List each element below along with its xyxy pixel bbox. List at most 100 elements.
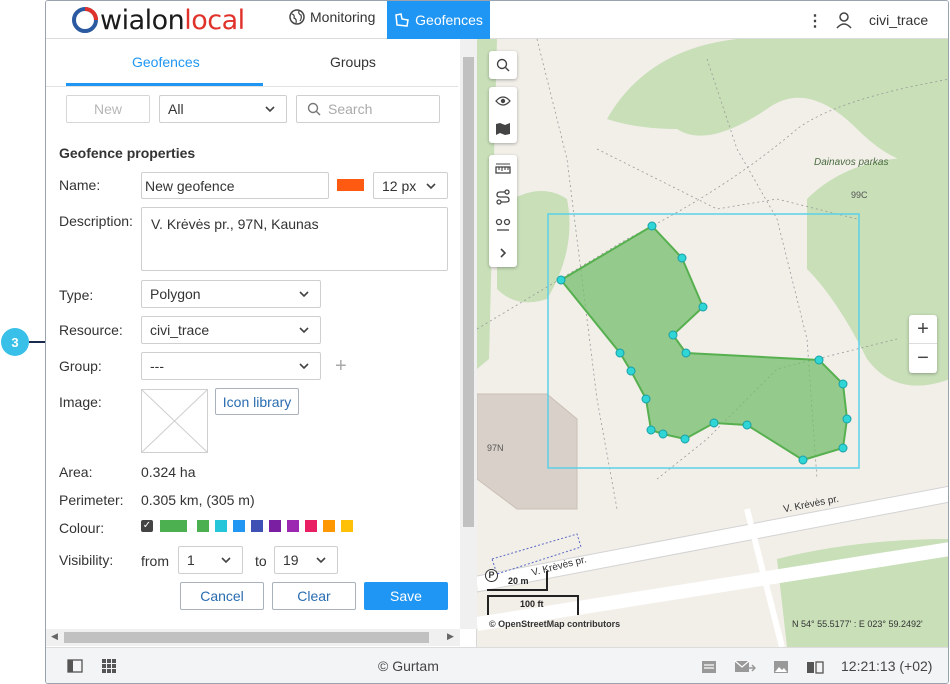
colour-swatch[interactable] bbox=[269, 520, 281, 532]
image-icon[interactable] bbox=[773, 660, 789, 677]
add-group-icon[interactable]: + bbox=[335, 355, 347, 378]
panel-tabs: Geofences Groups bbox=[46, 39, 458, 87]
scrollbar-thumb[interactable] bbox=[463, 57, 474, 527]
save-button[interactable]: Save bbox=[364, 582, 448, 610]
more-menu-icon[interactable]: ⋮ bbox=[807, 11, 823, 31]
user-name[interactable]: civi_trace bbox=[869, 12, 928, 28]
scroll-right-icon[interactable]: ▶ bbox=[447, 631, 454, 642]
map-label-97n: 97N bbox=[487, 443, 504, 453]
description-label: Description: bbox=[59, 213, 133, 229]
colour-swatch[interactable] bbox=[341, 520, 353, 532]
colour-label: Colour: bbox=[59, 520, 105, 536]
colour-swatch[interactable] bbox=[287, 520, 299, 532]
clear-button[interactable]: Clear bbox=[272, 582, 356, 610]
name-field[interactable]: New geofence bbox=[141, 172, 329, 199]
nav-monitoring[interactable]: Monitoring bbox=[289, 9, 375, 25]
icon-library-button[interactable]: Icon library bbox=[215, 388, 299, 415]
nav-geofences-label: Geofences bbox=[415, 12, 483, 28]
globe-icon bbox=[289, 9, 305, 25]
scale-bar: 20 m 100 ft bbox=[487, 571, 582, 617]
resource-label: Resource: bbox=[59, 322, 123, 338]
user-icon[interactable] bbox=[836, 11, 852, 32]
description-value: V. Krėvės pr., 97N, Kaunas bbox=[151, 216, 319, 232]
cancel-button[interactable]: Cancel bbox=[180, 582, 264, 610]
map-search-icon[interactable] bbox=[489, 51, 517, 79]
map-view[interactable]: Dainavos parkas 99C 97N V. Krėvės pr. V.… bbox=[477, 39, 948, 647]
scale-imperial: 100 ft bbox=[520, 599, 544, 609]
search-input[interactable]: Search bbox=[296, 95, 440, 123]
scroll-left-icon[interactable]: ◀ bbox=[51, 631, 58, 642]
tab-geofences[interactable]: Geofences bbox=[132, 54, 200, 70]
type-select[interactable]: Polygon bbox=[141, 280, 321, 308]
notifications-icon[interactable] bbox=[701, 660, 717, 677]
resource-select[interactable]: civi_trace bbox=[141, 316, 321, 344]
image-placeholder[interactable] bbox=[141, 389, 208, 453]
status-bar: © Gurtam 12:21:13 (+02) bbox=[46, 647, 948, 683]
zoom-in-button[interactable]: + bbox=[909, 315, 937, 344]
route-icon[interactable] bbox=[489, 183, 517, 211]
map-coordinates: N 54° 55.5177' : E 023° 59.2492' bbox=[792, 619, 923, 629]
type-value: Polygon bbox=[150, 286, 201, 302]
nav-geofences[interactable]: Geofences bbox=[387, 1, 490, 39]
colour-checkbox[interactable]: ✓ bbox=[141, 520, 153, 532]
colour-swatch[interactable] bbox=[323, 520, 335, 532]
name-label: Name: bbox=[59, 177, 101, 193]
vertical-scrollbar[interactable] bbox=[460, 39, 477, 629]
map-toolbar-search bbox=[489, 51, 517, 79]
colour-swatch[interactable] bbox=[197, 520, 209, 532]
to-value: 19 bbox=[283, 552, 299, 568]
chevron-down-icon bbox=[299, 327, 309, 334]
horizontal-scrollbar[interactable]: ◀ ▶ bbox=[46, 629, 460, 646]
colour-swatch[interactable] bbox=[251, 520, 263, 532]
logo-text: wialonlocal bbox=[100, 4, 245, 36]
chevron-down-icon bbox=[299, 291, 309, 298]
eye-icon[interactable] bbox=[489, 87, 517, 115]
top-bar: wialonlocal Monitoring Geofences ⋮ civi_… bbox=[46, 1, 948, 39]
chevron-down-icon bbox=[426, 183, 436, 190]
map-label-park: Dainavos parkas bbox=[814, 157, 889, 168]
zoom-control: + − bbox=[909, 315, 937, 373]
area-value: 0.324 ha bbox=[141, 464, 196, 480]
chevron-right-icon[interactable] bbox=[489, 239, 517, 267]
visibility-to-select[interactable]: 19 bbox=[274, 546, 338, 574]
group-label: Group: bbox=[59, 358, 102, 374]
messages-icon[interactable] bbox=[734, 660, 757, 677]
ruler-icon[interactable] bbox=[489, 155, 517, 183]
chevron-down-icon bbox=[221, 557, 231, 564]
resource-value: civi_trace bbox=[150, 322, 210, 338]
tab-groups[interactable]: Groups bbox=[330, 54, 376, 70]
visibility-from-select[interactable]: 1 bbox=[178, 546, 243, 574]
type-label: Type: bbox=[59, 287, 94, 303]
points-icon[interactable] bbox=[489, 211, 517, 239]
filter-select[interactable]: All bbox=[159, 95, 287, 123]
logo-icon bbox=[72, 7, 98, 33]
book-icon[interactable] bbox=[806, 660, 824, 677]
geofence-icon bbox=[395, 13, 410, 27]
new-button[interactable]: New bbox=[66, 95, 150, 123]
visibility-label: Visibility: bbox=[59, 552, 114, 568]
description-field[interactable]: V. Krėvės pr., 97N, Kaunas bbox=[141, 207, 448, 271]
map-label-99c: 99C bbox=[851, 190, 868, 200]
perimeter-value: 0.305 km, (305 m) bbox=[141, 492, 255, 508]
map-attribution[interactable]: © OpenStreetMap contributors bbox=[489, 619, 620, 629]
panel-toggle-icon[interactable] bbox=[67, 659, 83, 676]
chevron-down-icon bbox=[316, 557, 326, 564]
colour-swatch[interactable] bbox=[215, 520, 227, 532]
line-color-swatch[interactable] bbox=[337, 179, 364, 191]
colour-swatch[interactable] bbox=[233, 520, 245, 532]
line-width-select[interactable]: 12 px bbox=[373, 172, 448, 199]
wialon-logo[interactable]: wialonlocal bbox=[70, 4, 245, 36]
colour-swatch[interactable] bbox=[305, 520, 317, 532]
map-toolbar-layers bbox=[489, 87, 517, 143]
scale-metric: 20 m bbox=[508, 576, 529, 586]
map-layers-icon[interactable] bbox=[489, 115, 517, 143]
callout-badge: 3 bbox=[1, 328, 29, 356]
colour-palette: ✓ bbox=[141, 520, 359, 532]
image-label: Image: bbox=[59, 394, 102, 410]
colour-swatch-selected[interactable] bbox=[160, 520, 187, 532]
group-select[interactable]: --- bbox=[141, 352, 321, 380]
scrollbar-thumb[interactable] bbox=[64, 632, 429, 643]
grid-icon[interactable] bbox=[102, 659, 116, 676]
from-label: from bbox=[141, 553, 169, 569]
zoom-out-button[interactable]: − bbox=[909, 344, 937, 373]
